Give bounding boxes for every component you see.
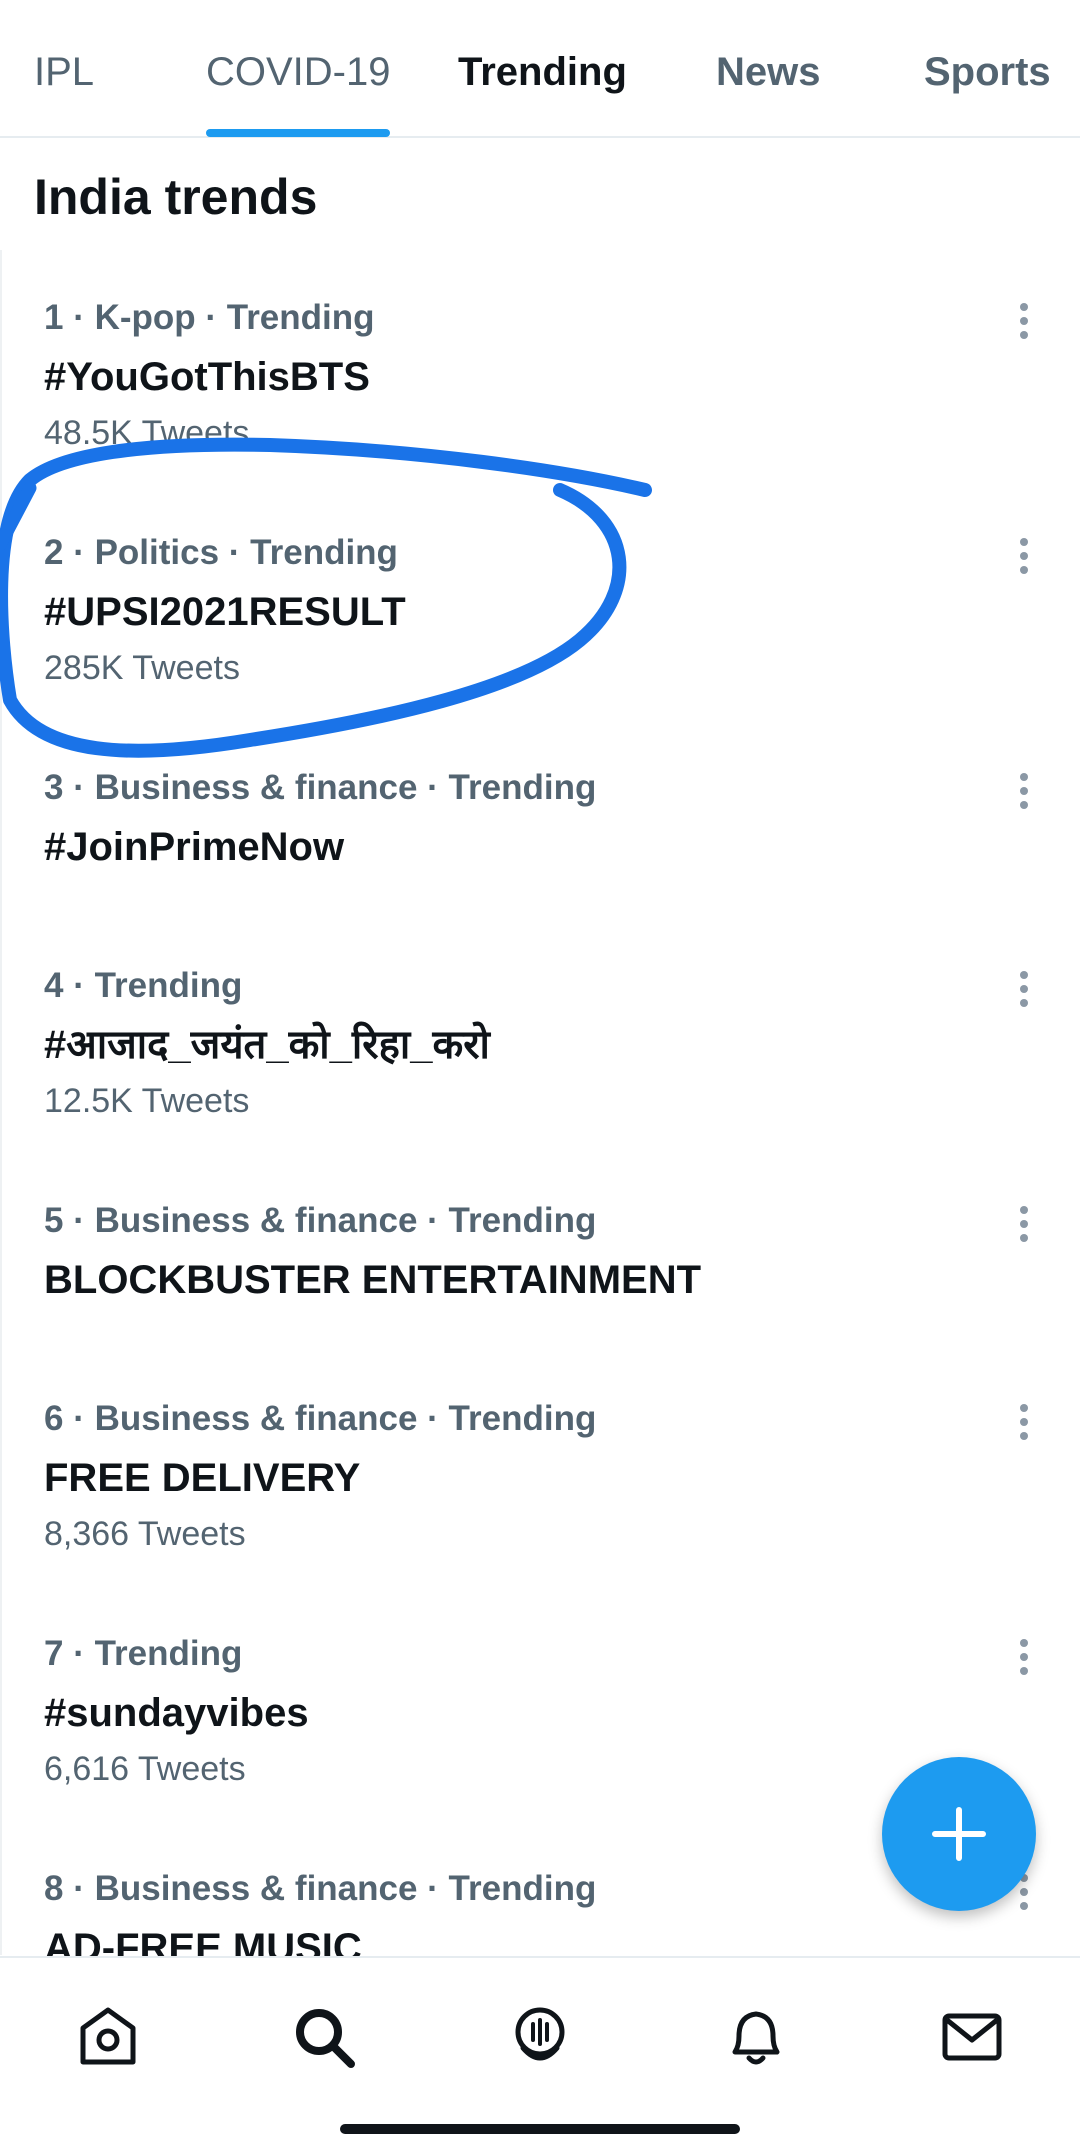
tab-covid-19[interactable]: COVID-19 <box>206 48 391 96</box>
tab-news[interactable]: News <box>716 48 821 96</box>
trend-count: 8,366 Tweets <box>44 1515 246 1553</box>
trend-item-2[interactable]: 2 · Politics · Trending #UPSI2021RESULT … <box>0 532 1080 762</box>
tab-trending[interactable]: Trending <box>458 48 627 96</box>
trend-count: 48.5K Tweets <box>44 414 250 452</box>
compose-tweet-button[interactable] <box>882 1757 1036 1911</box>
trend-title: FREE DELIVERY <box>44 1456 361 1500</box>
more-vertical-icon[interactable] <box>1010 1204 1038 1244</box>
search-icon[interactable] <box>289 2002 359 2072</box>
trend-count: 285K Tweets <box>44 649 240 687</box>
trend-title: AD-FREE MUSIC <box>44 1926 362 1956</box>
trend-count: 6,616 Tweets <box>44 1750 246 1788</box>
explore-tab-bar: IPL COVID-19 Trending News Sports <box>0 0 1080 138</box>
active-tab-indicator <box>206 129 390 137</box>
more-vertical-icon[interactable] <box>1010 301 1038 341</box>
section-title: India trends <box>34 169 318 225</box>
trend-item-6[interactable]: 6 · Business & finance · Trending FREE D… <box>0 1398 1080 1628</box>
trend-item-4[interactable]: 4 · Trending #आजाद_जयंत_को_रिहा_करो 12.5… <box>0 965 1080 1195</box>
home-indicator-bar <box>340 2124 740 2134</box>
more-vertical-icon[interactable] <box>1010 1637 1038 1677</box>
more-vertical-icon[interactable] <box>1010 536 1038 576</box>
trend-meta: 1 · K-pop · Trending <box>44 298 375 337</box>
trend-meta: 2 · Politics · Trending <box>44 533 398 572</box>
trend-item-1[interactable]: 1 · K-pop · Trending #YouGotThisBTS 48.5… <box>0 297 1080 527</box>
trend-meta: 6 · Business & finance · Trending <box>44 1399 597 1438</box>
trend-item-3[interactable]: 3 · Business & finance · Trending #JoinP… <box>0 767 1080 997</box>
trend-title: #YouGotThisBTS <box>44 355 370 399</box>
trend-title: #UPSI2021RESULT <box>44 590 406 634</box>
trend-title: BLOCKBUSTER ENTERTAINMENT <box>44 1258 702 1302</box>
more-vertical-icon[interactable] <box>1010 969 1038 1009</box>
notifications-bell-icon[interactable] <box>721 2002 791 2072</box>
home-icon[interactable] <box>73 2002 143 2072</box>
bottom-navigation-bar <box>0 1956 1080 2152</box>
tab-sports[interactable]: Sports <box>924 48 1051 96</box>
messages-envelope-icon[interactable] <box>937 2002 1007 2072</box>
trend-meta: 4 · Trending <box>44 966 243 1005</box>
spaces-microphone-icon[interactable] <box>505 2002 575 2072</box>
more-vertical-icon[interactable] <box>1010 1402 1038 1442</box>
trend-item-5[interactable]: 5 · Business & finance · Trending BLOCKB… <box>0 1200 1080 1430</box>
trend-title: #JoinPrimeNow <box>44 825 345 869</box>
plus-icon <box>932 1807 986 1861</box>
trend-meta: 5 · Business & finance · Trending <box>44 1201 597 1240</box>
tab-ipl[interactable]: IPL <box>34 48 94 96</box>
trend-meta: 3 · Business & finance · Trending <box>44 768 597 807</box>
trend-count: 12.5K Tweets <box>44 1082 250 1120</box>
trend-meta: 7 · Trending <box>44 1634 243 1673</box>
trend-title: #आजाद_जयंत_को_रिहा_करो <box>44 1023 490 1067</box>
trend-meta: 8 · Business & finance · Trending <box>44 1869 597 1908</box>
more-vertical-icon[interactable] <box>1010 771 1038 811</box>
trend-title: #sundayvibes <box>44 1691 309 1735</box>
